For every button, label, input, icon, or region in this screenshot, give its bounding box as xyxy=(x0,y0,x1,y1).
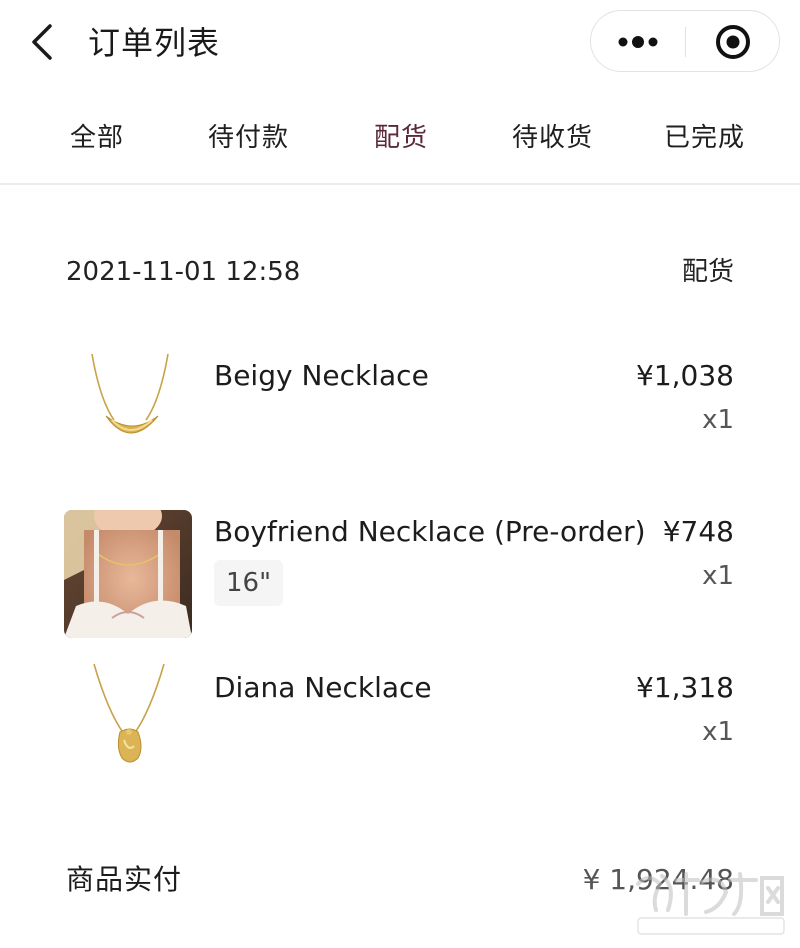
tab-pending-payment[interactable]: 待付款 xyxy=(208,118,289,158)
more-dots-icon xyxy=(618,36,658,48)
page-title: 订单列表 xyxy=(88,24,221,62)
product-name: Diana Necklace xyxy=(214,671,432,704)
product-price: ¥748 xyxy=(662,515,734,548)
order-tabs: 全部 待付款 配货 待收货 已完成 xyxy=(0,100,800,182)
nav-bar: 订单列表 xyxy=(0,0,800,90)
order-status: 配货 xyxy=(681,257,734,287)
chevron-left-icon xyxy=(32,24,52,60)
tabs-divider xyxy=(0,183,800,185)
back-button[interactable] xyxy=(22,20,66,64)
product-variant-tag: 16" xyxy=(214,560,284,606)
watermark-logo xyxy=(632,866,790,938)
order-item[interactable]: Beigy Necklace ¥1,038 x1 xyxy=(0,350,800,486)
order-item[interactable]: Diana Necklace ¥1,318 x1 xyxy=(0,662,800,798)
tab-all[interactable]: 全部 xyxy=(70,118,124,158)
product-image-boyfriend xyxy=(64,510,192,638)
mini-program-capsule xyxy=(590,10,780,72)
close-mini-program-button[interactable] xyxy=(686,11,780,71)
tab-pending-receipt[interactable]: 待收货 xyxy=(512,118,593,158)
product-quantity: x1 xyxy=(702,405,734,435)
order-datetime: 2021-11-01 12:58 xyxy=(66,257,301,287)
product-quantity: x1 xyxy=(702,561,734,591)
product-price: ¥1,318 xyxy=(636,671,734,704)
product-quantity: x1 xyxy=(702,717,734,747)
total-paid-label: 商品实付 xyxy=(66,863,183,896)
tab-allocating[interactable]: 配货 xyxy=(374,118,428,158)
product-image-diana xyxy=(64,662,192,790)
product-name: Boyfriend Necklace (Pre-order) xyxy=(214,515,646,548)
tab-completed[interactable]: 已完成 xyxy=(664,118,745,158)
order-item[interactable]: Boyfriend Necklace (Pre-order) 16" ¥748 … xyxy=(0,510,800,642)
product-price: ¥1,038 xyxy=(636,359,734,392)
product-image-beigy xyxy=(64,350,192,478)
record-target-icon xyxy=(716,25,750,59)
more-button[interactable] xyxy=(591,11,685,71)
product-name: Beigy Necklace xyxy=(214,359,429,392)
